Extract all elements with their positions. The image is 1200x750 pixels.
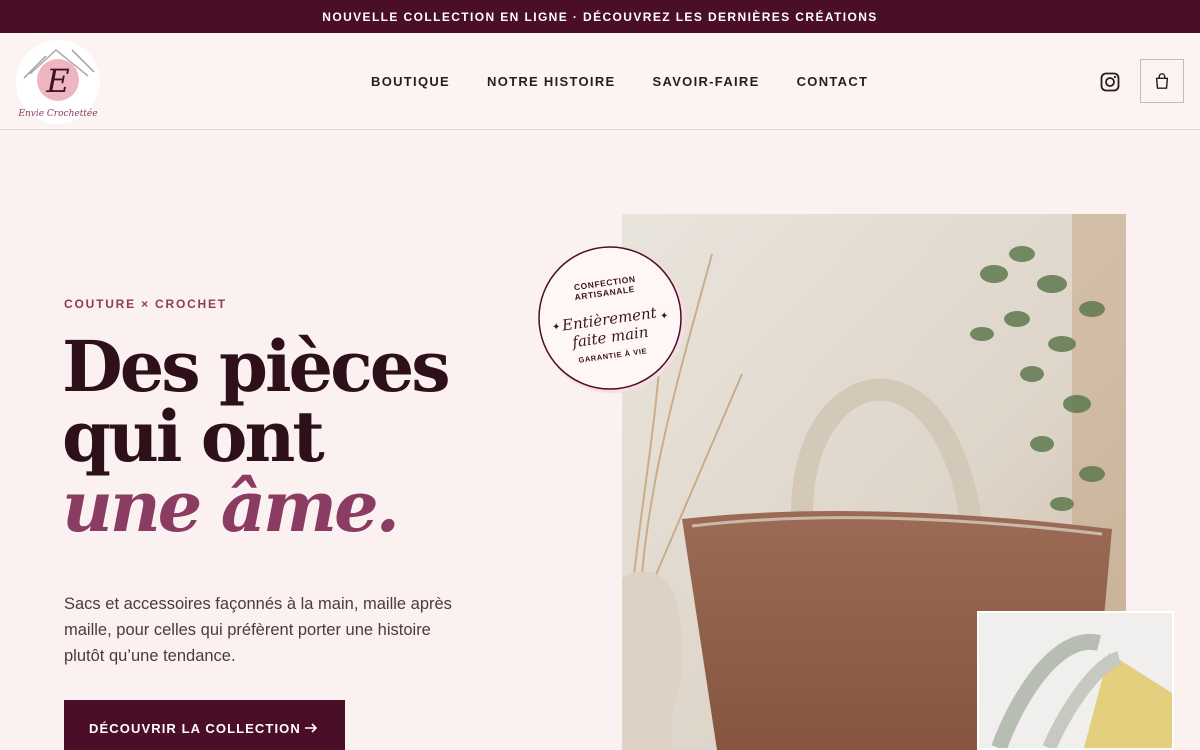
- headline-line-1: Des pièces: [62, 325, 451, 408]
- main-nav: BOUTIQUE NOTRE HISTOIRE SAVOIR-FAIRE CON…: [371, 33, 905, 130]
- announcement-bar: NOUVELLE COLLECTION EN LIGNE · DÉCOUVREZ…: [0, 0, 1200, 33]
- cart-button[interactable]: [1140, 59, 1184, 103]
- arrow-right-icon: [305, 723, 318, 733]
- nav-savoir-faire[interactable]: SAVOIR-FAIRE: [653, 74, 760, 89]
- svg-text:Envie Crochettée: Envie Crochettée: [17, 108, 97, 119]
- headline-line-3: une âme.: [62, 465, 400, 548]
- cta-label: DÉCOUVRIR LA COLLECTION: [89, 720, 301, 736]
- headline-line-2: qui ont: [62, 395, 325, 478]
- hero-eyebrow: COUTURE × CROCHET: [64, 297, 227, 311]
- nav-boutique[interactable]: BOUTIQUE: [371, 74, 450, 89]
- hero-headline: Des pièces qui ont une âme.: [62, 325, 451, 548]
- discover-collection-button[interactable]: DÉCOUVRIR LA COLLECTION: [64, 700, 345, 750]
- site-header: E Envie Crochettée BOUTIQUE NOTRE HISTOI…: [0, 33, 1200, 130]
- sparkle-icon: ✦: [552, 322, 560, 333]
- sparkle-icon: ✦: [660, 311, 668, 322]
- product-thumbnail[interactable]: [977, 611, 1174, 750]
- shopping-bag-icon: [1155, 73, 1169, 89]
- handmade-badge: CONFECTION ARTISANALE Entièrement faite …: [537, 245, 687, 395]
- hero-description: Sacs et accessoires façonnés à la main, …: [64, 595, 452, 665]
- logo-mark: E Envie Crochettée: [17, 41, 99, 123]
- nav-notre-histoire[interactable]: NOTRE HISTOIRE: [487, 74, 615, 89]
- svg-text:E: E: [45, 62, 69, 100]
- instagram-icon[interactable]: [1098, 70, 1122, 94]
- nav-contact[interactable]: CONTACT: [797, 74, 869, 89]
- brand-logo[interactable]: E Envie Crochettée: [16, 40, 100, 124]
